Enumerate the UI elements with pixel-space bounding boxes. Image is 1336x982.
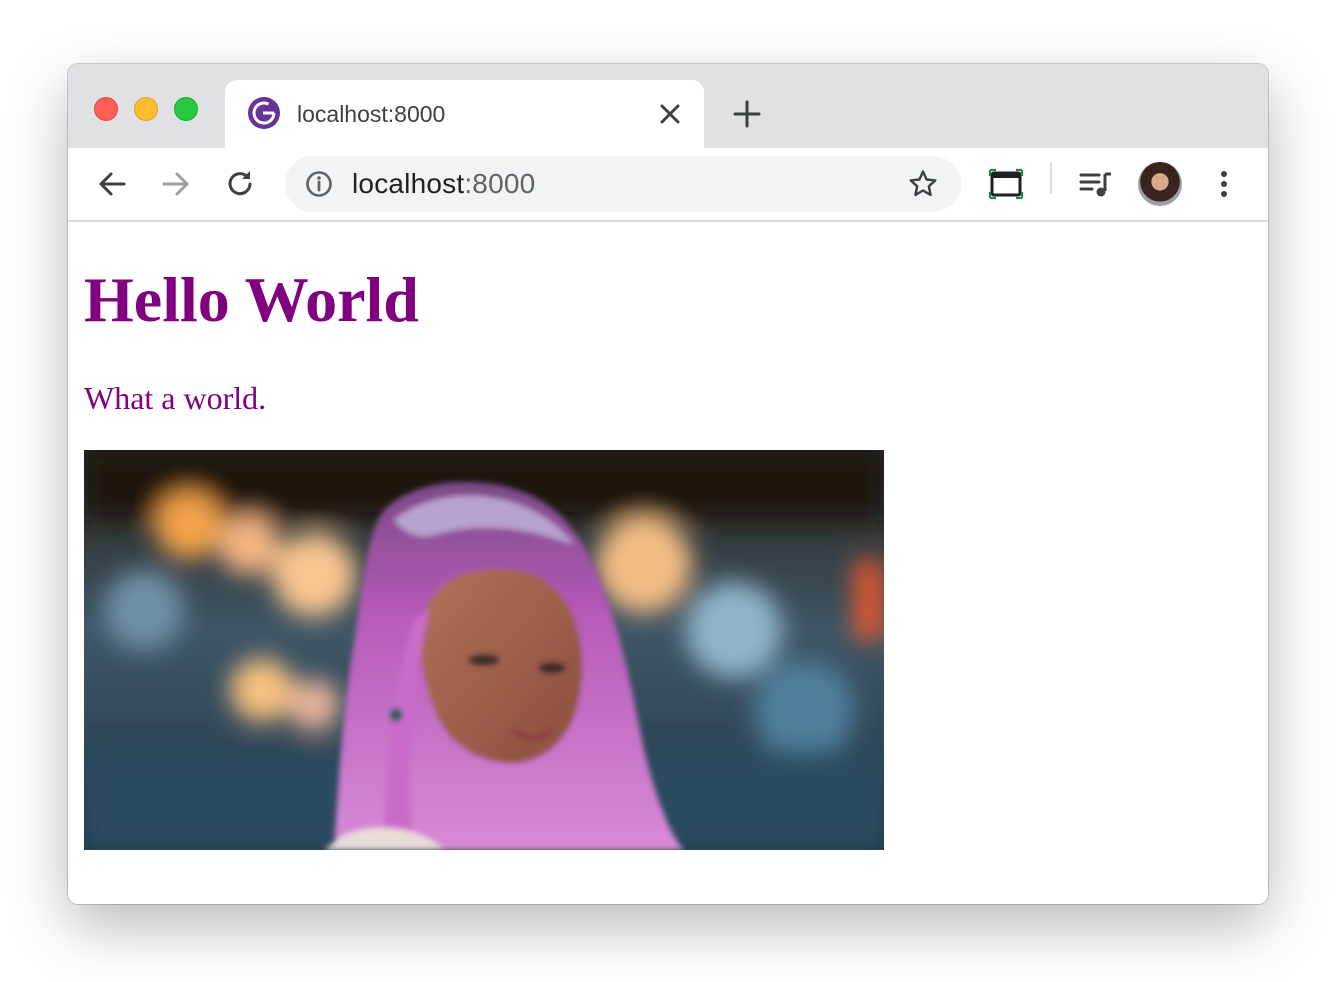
reload-button[interactable] bbox=[222, 166, 258, 202]
toolbar-divider bbox=[1050, 162, 1052, 194]
url-port: :8000 bbox=[464, 168, 536, 199]
cast-icon[interactable] bbox=[988, 166, 1024, 202]
page-content: Hello World What a world. bbox=[68, 222, 1268, 904]
star-icon[interactable] bbox=[907, 168, 939, 200]
address-bar[interactable]: localhost:8000 bbox=[285, 156, 961, 212]
gatsby-logo-icon bbox=[248, 97, 280, 129]
more-vert-icon[interactable] bbox=[1206, 166, 1242, 202]
tab-title: localhost:8000 bbox=[297, 101, 446, 127]
browser-tab[interactable]: localhost:8000 bbox=[225, 80, 704, 148]
info-icon[interactable] bbox=[305, 170, 333, 198]
forward-button[interactable] bbox=[158, 166, 194, 202]
window-close-button[interactable] bbox=[94, 97, 118, 121]
page-heading: Hello World bbox=[84, 264, 419, 335]
url-text[interactable]: localhost:8000 bbox=[352, 156, 535, 212]
avatar[interactable] bbox=[1138, 162, 1182, 206]
hero-photo bbox=[84, 450, 884, 850]
tab-strip: localhost:8000 bbox=[68, 64, 1268, 148]
window-minimize-button[interactable] bbox=[134, 97, 158, 121]
toolbar: localhost:8000 bbox=[68, 148, 1268, 222]
browser-window: localhost:8000 localhost:8000 Hello Worl… bbox=[68, 64, 1268, 904]
window-maximize-button[interactable] bbox=[174, 97, 198, 121]
back-button[interactable] bbox=[94, 166, 130, 202]
new-tab-button[interactable] bbox=[732, 99, 762, 129]
media-queue-icon[interactable] bbox=[1078, 166, 1114, 202]
page-paragraph: What a world. bbox=[84, 380, 267, 416]
url-host: localhost bbox=[352, 168, 465, 199]
close-icon[interactable] bbox=[657, 101, 683, 127]
